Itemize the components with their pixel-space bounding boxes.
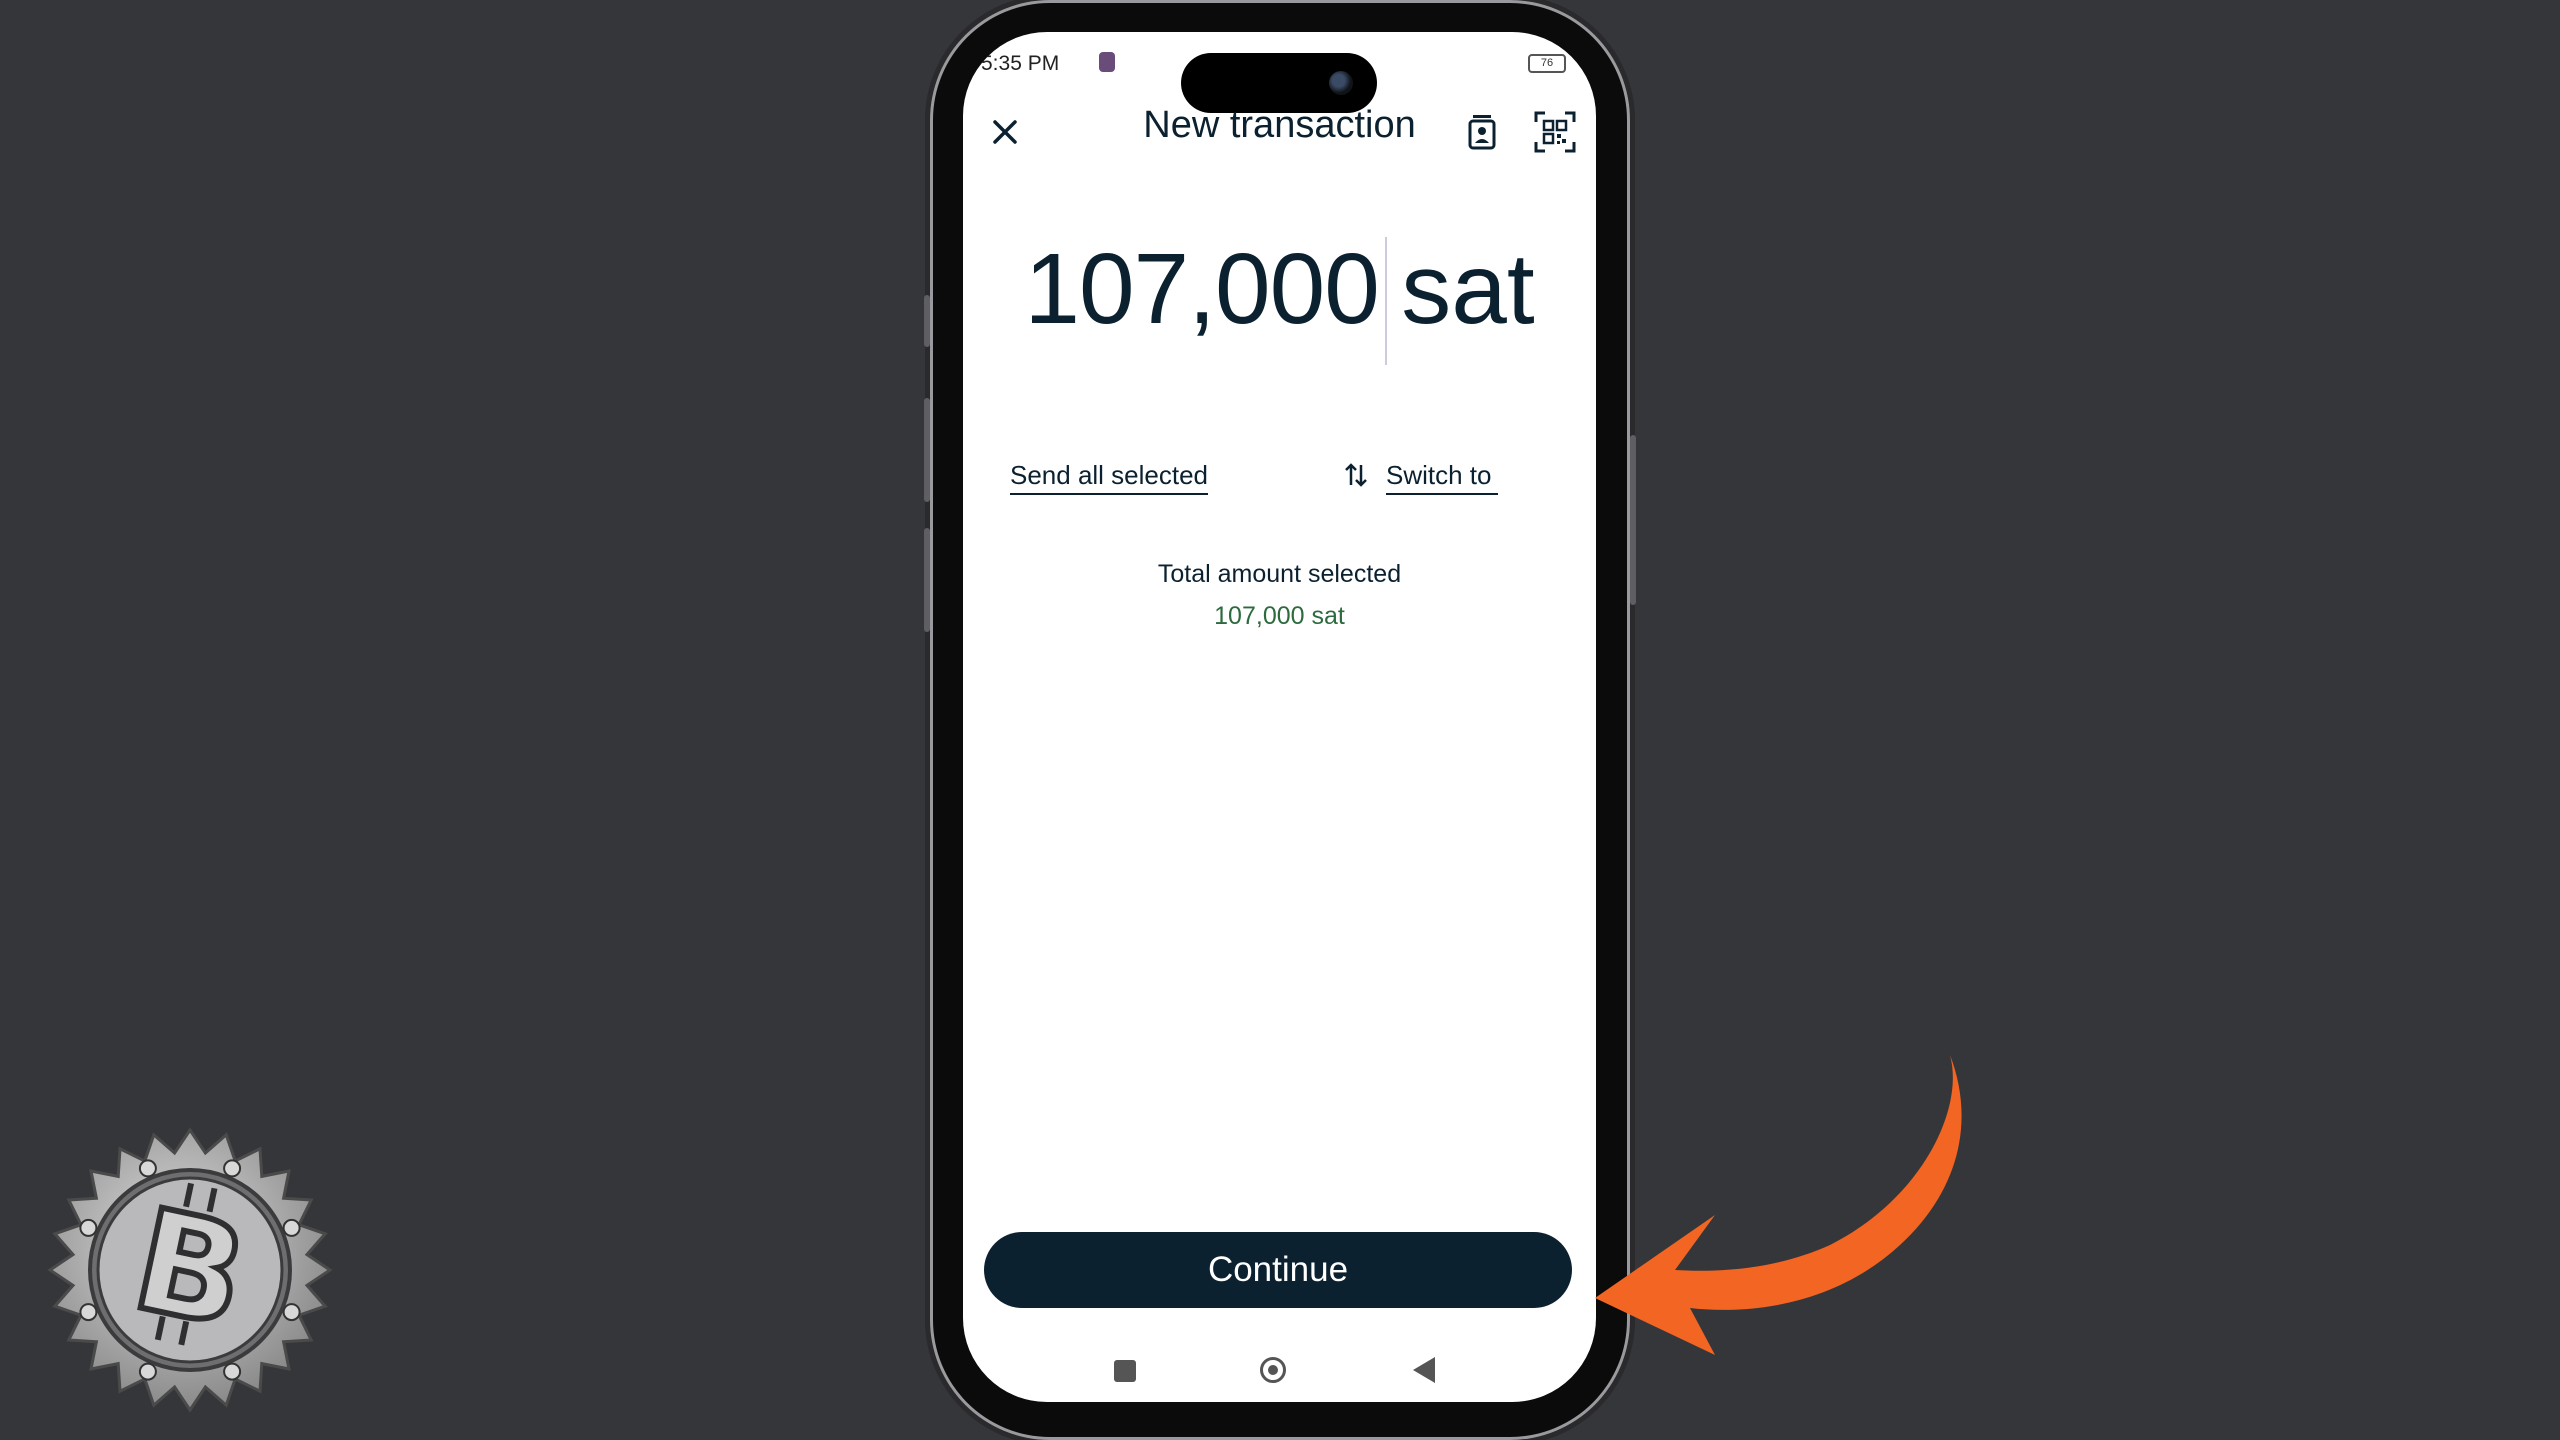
phone-power-button: [1630, 435, 1636, 605]
swap-vertical-icon[interactable]: [1343, 460, 1369, 490]
recents-nav-icon[interactable]: [1114, 1360, 1136, 1382]
amount-unit: sat: [1401, 233, 1535, 345]
app-screen: 5:35 PM 76 New transaction 107,000 sat S…: [963, 32, 1596, 1402]
seal-rivet: [79, 1303, 98, 1322]
home-nav-icon[interactable]: [1260, 1357, 1286, 1383]
seal-rivet: [282, 1303, 301, 1322]
continue-button[interactable]: Continue: [984, 1232, 1572, 1308]
seal-rivet: [79, 1218, 98, 1237]
phone-volume-up: [924, 398, 930, 502]
battery-icon: 76: [1528, 54, 1566, 73]
amount-display[interactable]: 107,000 sat: [963, 232, 1596, 347]
seal-rivet: [282, 1218, 301, 1237]
bitcoin-seal-logo: B: [47, 1127, 333, 1413]
amount-value: 107,000: [1024, 233, 1379, 345]
text-cursor: [1385, 237, 1387, 365]
qr-scan-icon[interactable]: [1533, 110, 1577, 154]
phone-side-button: [924, 295, 930, 347]
page-title: New transaction: [1143, 104, 1416, 146]
back-nav-icon[interactable]: [1413, 1357, 1435, 1383]
seal-rivet: [223, 1159, 242, 1178]
annotation-arrow-icon: [1595, 1055, 1962, 1355]
phone-volume-down: [924, 528, 930, 632]
total-amount-label: Total amount selected: [1157, 560, 1402, 588]
seal-rivet: [223, 1362, 242, 1381]
send-all-selected-link[interactable]: Send all selected: [1010, 460, 1209, 495]
seal-rivet: [138, 1362, 157, 1381]
seal-rivet: [138, 1159, 157, 1178]
notification-app-icon: [1099, 52, 1115, 72]
total-amount-value: 107,000 sat: [1214, 602, 1345, 630]
contacts-icon[interactable]: [1464, 112, 1500, 152]
camera-icon: [1329, 71, 1353, 95]
status-time: 5:35 PM: [981, 52, 1060, 75]
switch-to-link[interactable]: Switch to: [1386, 460, 1498, 495]
